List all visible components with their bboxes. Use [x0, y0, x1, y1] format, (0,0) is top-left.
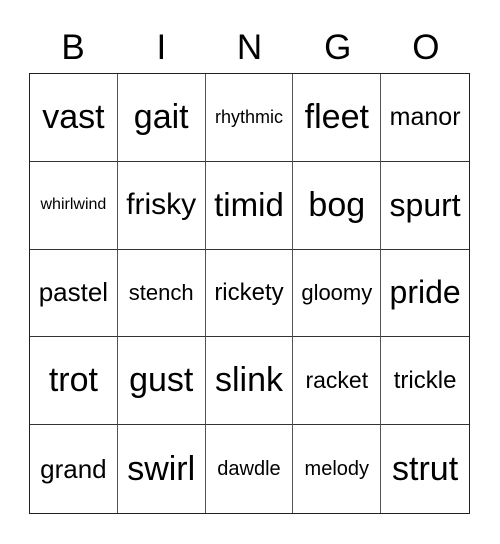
bingo-cell[interactable]: pride: [381, 250, 469, 338]
bingo-cell[interactable]: trickle: [381, 337, 469, 426]
bingo-cell[interactable]: stench: [117, 249, 206, 338]
bingo-cell[interactable]: trot: [30, 337, 118, 426]
bingo-cell[interactable]: timid: [205, 161, 294, 250]
header-letter-n: N: [236, 28, 263, 67]
bingo-cell[interactable]: dawdle: [206, 425, 294, 513]
bingo-cell[interactable]: whirlwind: [30, 161, 118, 250]
bingo-cell[interactable]: swirl: [118, 425, 206, 513]
bingo-grid: vast gait rhythmic fleet manor whirlwind…: [29, 73, 470, 514]
bingo-cell[interactable]: slink: [205, 337, 294, 426]
bingo-cell[interactable]: racket: [293, 337, 382, 426]
bingo-cell[interactable]: spurt: [381, 162, 469, 250]
bingo-cell[interactable]: melody: [293, 425, 382, 513]
header-letter-b: B: [61, 28, 85, 67]
bingo-cell[interactable]: vast: [30, 74, 118, 162]
header-letter-i: I: [156, 28, 167, 67]
bingo-cell[interactable]: frisky: [117, 161, 206, 250]
bingo-cell[interactable]: rickety: [205, 249, 294, 338]
bingo-cell[interactable]: gloomy: [293, 249, 382, 338]
bingo-cell[interactable]: gust: [117, 337, 206, 426]
bingo-cell[interactable]: gait: [117, 74, 206, 162]
bingo-header: B I N G O: [29, 28, 470, 68]
bingo-cell[interactable]: manor: [381, 74, 469, 162]
bingo-cell[interactable]: strut: [381, 425, 469, 513]
bingo-cell[interactable]: bog: [293, 161, 382, 250]
bingo-cell[interactable]: grand: [30, 425, 118, 513]
bingo-cell[interactable]: pastel: [30, 249, 118, 338]
header-letter-o: O: [412, 28, 440, 67]
bingo-cell[interactable]: fleet: [293, 74, 382, 162]
header-letter-g: G: [324, 28, 352, 67]
bingo-cell[interactable]: rhythmic: [205, 74, 294, 162]
